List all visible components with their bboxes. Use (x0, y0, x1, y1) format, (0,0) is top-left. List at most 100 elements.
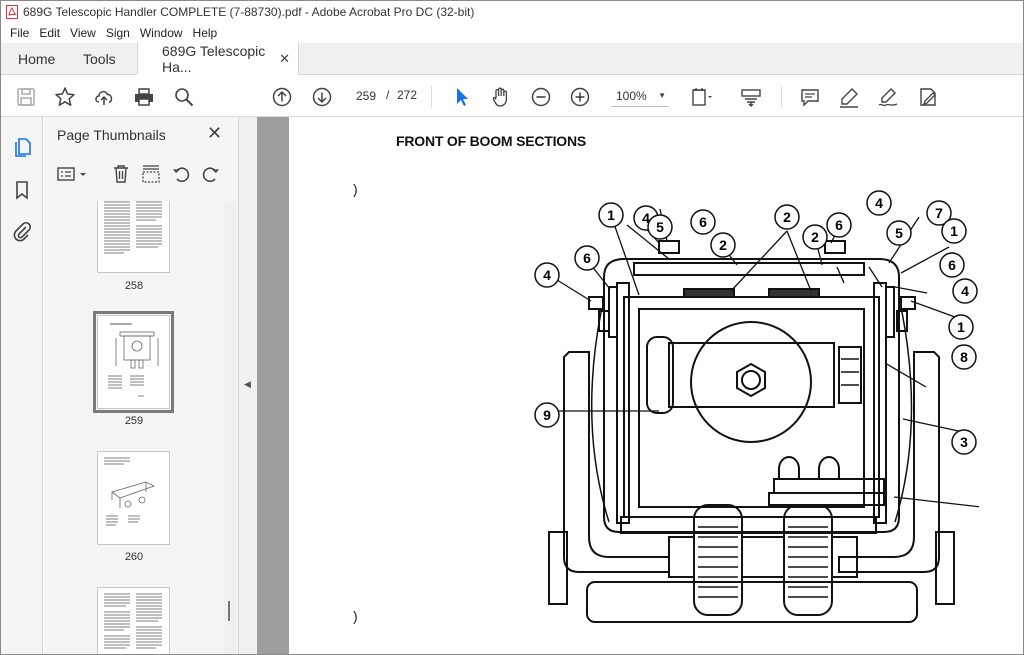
bookmark-icon[interactable] (11, 179, 33, 201)
tab-document[interactable]: 689G Telescopic Ha... ✕ (137, 43, 299, 75)
page-separator: / (386, 88, 390, 102)
diagram-linework (548, 240, 955, 623)
chevron-down-icon: ▼ (658, 91, 666, 100)
panel-title: Page Thumbnails (57, 127, 166, 143)
tab-home[interactable]: Home (1, 43, 71, 74)
callout-bubble: 4 (866, 190, 892, 216)
menu-view[interactable]: View (65, 26, 101, 40)
callout-bubble: 2 (802, 224, 828, 250)
page-fit-icon[interactable] (689, 85, 713, 109)
page-thumbnail[interactable] (97, 587, 170, 654)
page-mark: ) (353, 608, 358, 624)
toolbar-divider (781, 86, 782, 108)
callout-bubble: 2 (774, 204, 800, 230)
callout-bubble: 8 (951, 344, 977, 370)
callout-text: 2 (783, 209, 791, 225)
thumbnail-options-icon[interactable] (56, 163, 90, 185)
boom-section-diagram: 4 6 1 5 4 6 2 2 2 6 4 5 7 1 6 4 1 8 9 3 (534, 190, 979, 623)
select-arrow-icon[interactable] (450, 85, 474, 109)
title-bar: 689G Telescopic Handler COMPLETE (7-8873… (1, 1, 1023, 23)
attachment-icon[interactable] (11, 220, 33, 242)
page-down-icon[interactable] (310, 85, 334, 109)
callout-bubble: 1 (598, 202, 624, 228)
print-icon[interactable] (132, 85, 156, 109)
thumbnail-label: 260 (124, 551, 144, 563)
close-panel-icon[interactable]: ✕ (207, 123, 222, 144)
callout-text: 5 (895, 225, 903, 241)
page-thumbnail[interactable] (97, 201, 170, 273)
insert-page-icon[interactable] (140, 163, 162, 185)
menu-sign[interactable]: Sign (101, 26, 135, 40)
total-pages: 272 (397, 88, 418, 102)
thumbnail-label: 258 (124, 280, 144, 292)
chevron-left-icon: ◀ (244, 379, 251, 389)
menu-help[interactable]: Help (188, 26, 223, 40)
draw-signature-icon[interactable] (876, 85, 900, 109)
comment-icon[interactable] (798, 85, 822, 109)
scrollbar-thumb[interactable] (228, 601, 230, 621)
document-viewport[interactable]: FRONT OF BOOM SECTIONS ) ) 4 6 1 5 4 6 2… (257, 117, 1023, 654)
toolbar: 259 / 272 100% ▼ (1, 76, 1023, 117)
save-icon[interactable] (14, 85, 38, 109)
fill-sign-icon[interactable] (916, 85, 940, 109)
scroll-mode-icon[interactable] (739, 85, 763, 109)
pdf-page: FRONT OF BOOM SECTIONS ) ) 4 6 1 5 4 6 2… (289, 117, 1023, 654)
rotate-clockwise-icon[interactable] (200, 163, 222, 185)
zoom-value: 100% (616, 89, 647, 103)
page-thumbnails-icon[interactable] (11, 135, 33, 157)
close-tab-icon[interactable]: ✕ (279, 51, 290, 67)
thumbnail-preview (104, 201, 162, 254)
callout-text: 6 (948, 257, 956, 273)
menu-edit[interactable]: Edit (34, 26, 65, 40)
callout-text: 8 (960, 349, 968, 365)
callout-bubble: 6 (826, 212, 852, 238)
callout-text: 4 (961, 283, 969, 299)
acrobat-window: 689G Telescopic Handler COMPLETE (7-8873… (0, 0, 1024, 655)
page-up-icon[interactable] (270, 85, 294, 109)
thumbnail-preview (104, 593, 162, 649)
tab-tools[interactable]: Tools (71, 43, 137, 74)
callout-text: 1 (950, 223, 958, 239)
callout-bubble: 6 (574, 245, 600, 271)
callout-bubble: 1 (941, 218, 967, 244)
menu-bar: File Edit View Sign Window Help (1, 23, 1023, 43)
page-thumbnails-panel: Page Thumbnails ✕ 258 259 260 (44, 117, 239, 654)
rotate-counterclockwise-icon[interactable] (170, 163, 192, 185)
thumbnail-list[interactable]: 258 259 260 (44, 201, 224, 654)
callout-text: 6 (835, 217, 843, 233)
acrobat-pdf-icon (6, 5, 18, 19)
thumbnail-scrollbar[interactable] (224, 201, 237, 654)
callout-text: 7 (935, 205, 943, 221)
callout-bubble: 1 (948, 314, 974, 340)
star-bookmark-icon[interactable] (53, 85, 77, 109)
callout-text: 2 (811, 229, 819, 245)
callout-text: 1 (607, 207, 615, 223)
delete-page-icon[interactable] (110, 163, 132, 185)
cloud-upload-icon[interactable] (92, 85, 116, 109)
callout-text: 4 (875, 195, 883, 211)
search-zoom-icon[interactable] (172, 85, 196, 109)
zoom-select[interactable]: 100% ▼ (611, 85, 669, 107)
callout-bubble: 2 (710, 232, 736, 258)
callout-bubble: 6 (690, 209, 716, 235)
highlight-pen-icon[interactable] (837, 85, 861, 109)
navigation-rail (1, 117, 43, 654)
current-page-input[interactable]: 259 (350, 85, 382, 107)
page-thumbnail-selected[interactable] (93, 311, 174, 413)
callout-text: 4 (543, 267, 551, 283)
menu-file[interactable]: File (5, 26, 34, 40)
tab-bar: Home Tools 689G Telescopic Ha... ✕ (1, 43, 1023, 75)
panel-collapse-handle[interactable]: ◀ (239, 117, 257, 654)
callout-text: 2 (719, 237, 727, 253)
menu-window[interactable]: Window (135, 26, 188, 40)
thumbnail-label: 259 (124, 415, 144, 427)
callout-bubble: 3 (951, 429, 977, 455)
hand-tool-icon[interactable] (489, 85, 513, 109)
callout-text: 1 (957, 319, 965, 335)
zoom-out-icon[interactable] (529, 85, 553, 109)
page-thumbnail[interactable] (97, 451, 170, 545)
zoom-in-icon[interactable] (568, 85, 592, 109)
thumbnail-preview (108, 323, 159, 397)
callout-text: 9 (543, 407, 551, 423)
page-mark: ) (353, 181, 358, 197)
